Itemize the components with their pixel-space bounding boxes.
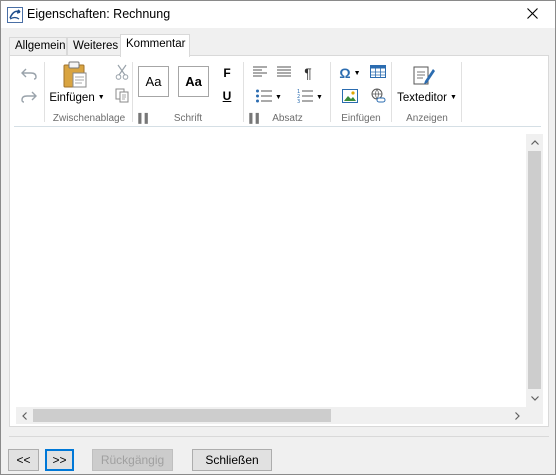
tab-label: Weiteres <box>73 40 119 52</box>
previous-label: << <box>16 453 31 467</box>
font-group-label: Schrift <box>173 113 203 124</box>
vertical-scrollbar[interactable] <box>526 134 543 407</box>
scroll-down-icon[interactable] <box>526 390 543 407</box>
numbered-list-button[interactable]: 1 2 3 ▼ <box>291 88 329 106</box>
tab-label: Allgemein <box>15 40 66 52</box>
insert-group-label: Einfügen <box>341 113 381 124</box>
chevron-down-icon: ▼ <box>97 94 105 101</box>
chevron-down-icon: ▼ <box>449 94 457 101</box>
svg-text:3: 3 <box>297 99 300 103</box>
omega-icon: Ω <box>339 65 351 81</box>
paragraph-group-label: Absatz <box>272 113 303 124</box>
special-char-button[interactable]: Ω ▼ <box>336 64 364 82</box>
justify-icon <box>277 66 291 80</box>
style-bold-button[interactable]: Aa <box>178 66 209 97</box>
chevron-down-icon: ▼ <box>353 69 361 77</box>
tab-label: Kommentar <box>126 38 186 50</box>
footer-divider <box>9 436 549 437</box>
comment-editor[interactable] <box>16 134 543 424</box>
text-editor-dropdown-button[interactable]: Texteditor ▼ <box>395 89 459 106</box>
window-title: Eigenschaften: Rechnung <box>27 7 171 21</box>
align-left-icon <box>253 66 267 80</box>
pilcrow-icon: ¶ <box>304 65 312 81</box>
bullet-list-button[interactable]: ▼ <box>251 88 287 106</box>
table-icon <box>370 65 386 81</box>
group-separator <box>461 62 462 122</box>
font-group: ▐▐ Aa Aa F U Schrift <box>134 62 242 124</box>
chevron-down-icon: ▼ <box>275 93 282 101</box>
scroll-up-icon[interactable] <box>526 134 543 151</box>
bullet-list-icon <box>256 89 273 106</box>
text-editor-icon <box>413 64 435 89</box>
text-editor-label: Texteditor <box>397 91 447 104</box>
undo-icon <box>21 68 37 83</box>
insert-link-button[interactable] <box>368 88 388 106</box>
close-button[interactable]: Schließen <box>192 449 272 471</box>
vertical-scroll-thumb[interactable] <box>528 151 541 389</box>
image-icon <box>342 88 358 106</box>
paragraph-group: ▐▐ ¶ ▼ 1 2 3 ▼ Absatz <box>245 62 330 124</box>
scissors-icon <box>115 64 129 83</box>
redo-button[interactable] <box>18 89 40 107</box>
justify-button[interactable] <box>275 64 293 82</box>
numbered-list-icon: 123 <box>297 89 314 106</box>
insert-group: Ω ▼ Einfügen <box>332 62 390 124</box>
ribbon-toolbar: Einfügen ▼ Zwischenablage ▐▐ Aa Aa F U Sc… <box>10 56 548 126</box>
clipboard-group-label: Zwischenablage <box>52 113 126 124</box>
underline-label: U <box>222 89 232 103</box>
close-window-button[interactable] <box>509 1 555 28</box>
previous-button[interactable]: << <box>8 449 39 471</box>
group-separator <box>243 62 244 122</box>
show-formatting-button[interactable]: ¶ <box>299 64 317 82</box>
paste-icon <box>62 61 88 92</box>
properties-window: Eigenschaften: Rechnung Allgemein Weiter… <box>0 0 556 475</box>
bold-label: F <box>223 66 231 80</box>
group-separator <box>44 62 45 122</box>
group-separator <box>391 62 392 122</box>
text-editor-icon-button[interactable] <box>411 64 437 88</box>
redo-icon <box>21 91 37 106</box>
app-icon <box>7 7 23 23</box>
horizontal-scrollbar[interactable] <box>16 407 526 424</box>
horizontal-scroll-thumb[interactable] <box>33 409 331 422</box>
next-label: >> <box>52 453 67 467</box>
style-normal-button[interactable]: Aa <box>138 66 169 97</box>
scroll-left-icon[interactable] <box>16 407 33 424</box>
copy-button[interactable] <box>112 88 132 106</box>
title-bar: Eigenschaften: Rechnung <box>1 1 555 28</box>
clipboard-group: Einfügen ▼ Zwischenablage <box>46 61 132 124</box>
group-separator <box>132 62 133 122</box>
ribbon-divider <box>14 126 541 127</box>
style-bold-label: Aa <box>185 74 202 89</box>
tab-kommentar[interactable]: Kommentar <box>120 34 190 57</box>
scroll-right-icon[interactable] <box>509 407 526 424</box>
scrollbar-corner <box>526 407 543 424</box>
chevron-down-icon: ▼ <box>316 93 323 101</box>
copy-icon <box>115 88 130 106</box>
style-normal-label: Aa <box>145 74 162 89</box>
paste-icon-button[interactable] <box>60 61 90 92</box>
comment-tab-panel: Einfügen ▼ Zwischenablage ▐▐ Aa Aa F U Sc… <box>9 55 549 427</box>
underline-button[interactable]: U <box>218 87 236 105</box>
paste-label: Einfügen <box>49 91 95 104</box>
view-group: Texteditor ▼ Anzeigen <box>393 62 461 124</box>
undo-changes-label: Rückgängig <box>100 453 165 467</box>
tab-weiteres[interactable]: Weiteres <box>67 37 121 56</box>
insert-image-button[interactable] <box>340 88 360 106</box>
insert-table-button[interactable] <box>368 64 388 82</box>
tab-allgemein[interactable]: Allgemein <box>9 37 67 56</box>
undo-button[interactable] <box>18 66 40 84</box>
next-button[interactable]: >> <box>45 449 74 471</box>
link-icon <box>370 88 386 107</box>
close-icon <box>526 7 538 22</box>
paste-dropdown-button[interactable]: Einfügen ▼ <box>48 89 106 106</box>
undo-changes-button[interactable]: Rückgängig <box>92 449 173 471</box>
cut-button[interactable] <box>112 64 132 82</box>
group-separator <box>330 62 331 122</box>
close-label: Schließen <box>205 453 259 467</box>
view-group-label: Anzeigen <box>406 113 448 124</box>
bold-button[interactable]: F <box>218 64 236 82</box>
align-left-button[interactable] <box>251 64 269 82</box>
